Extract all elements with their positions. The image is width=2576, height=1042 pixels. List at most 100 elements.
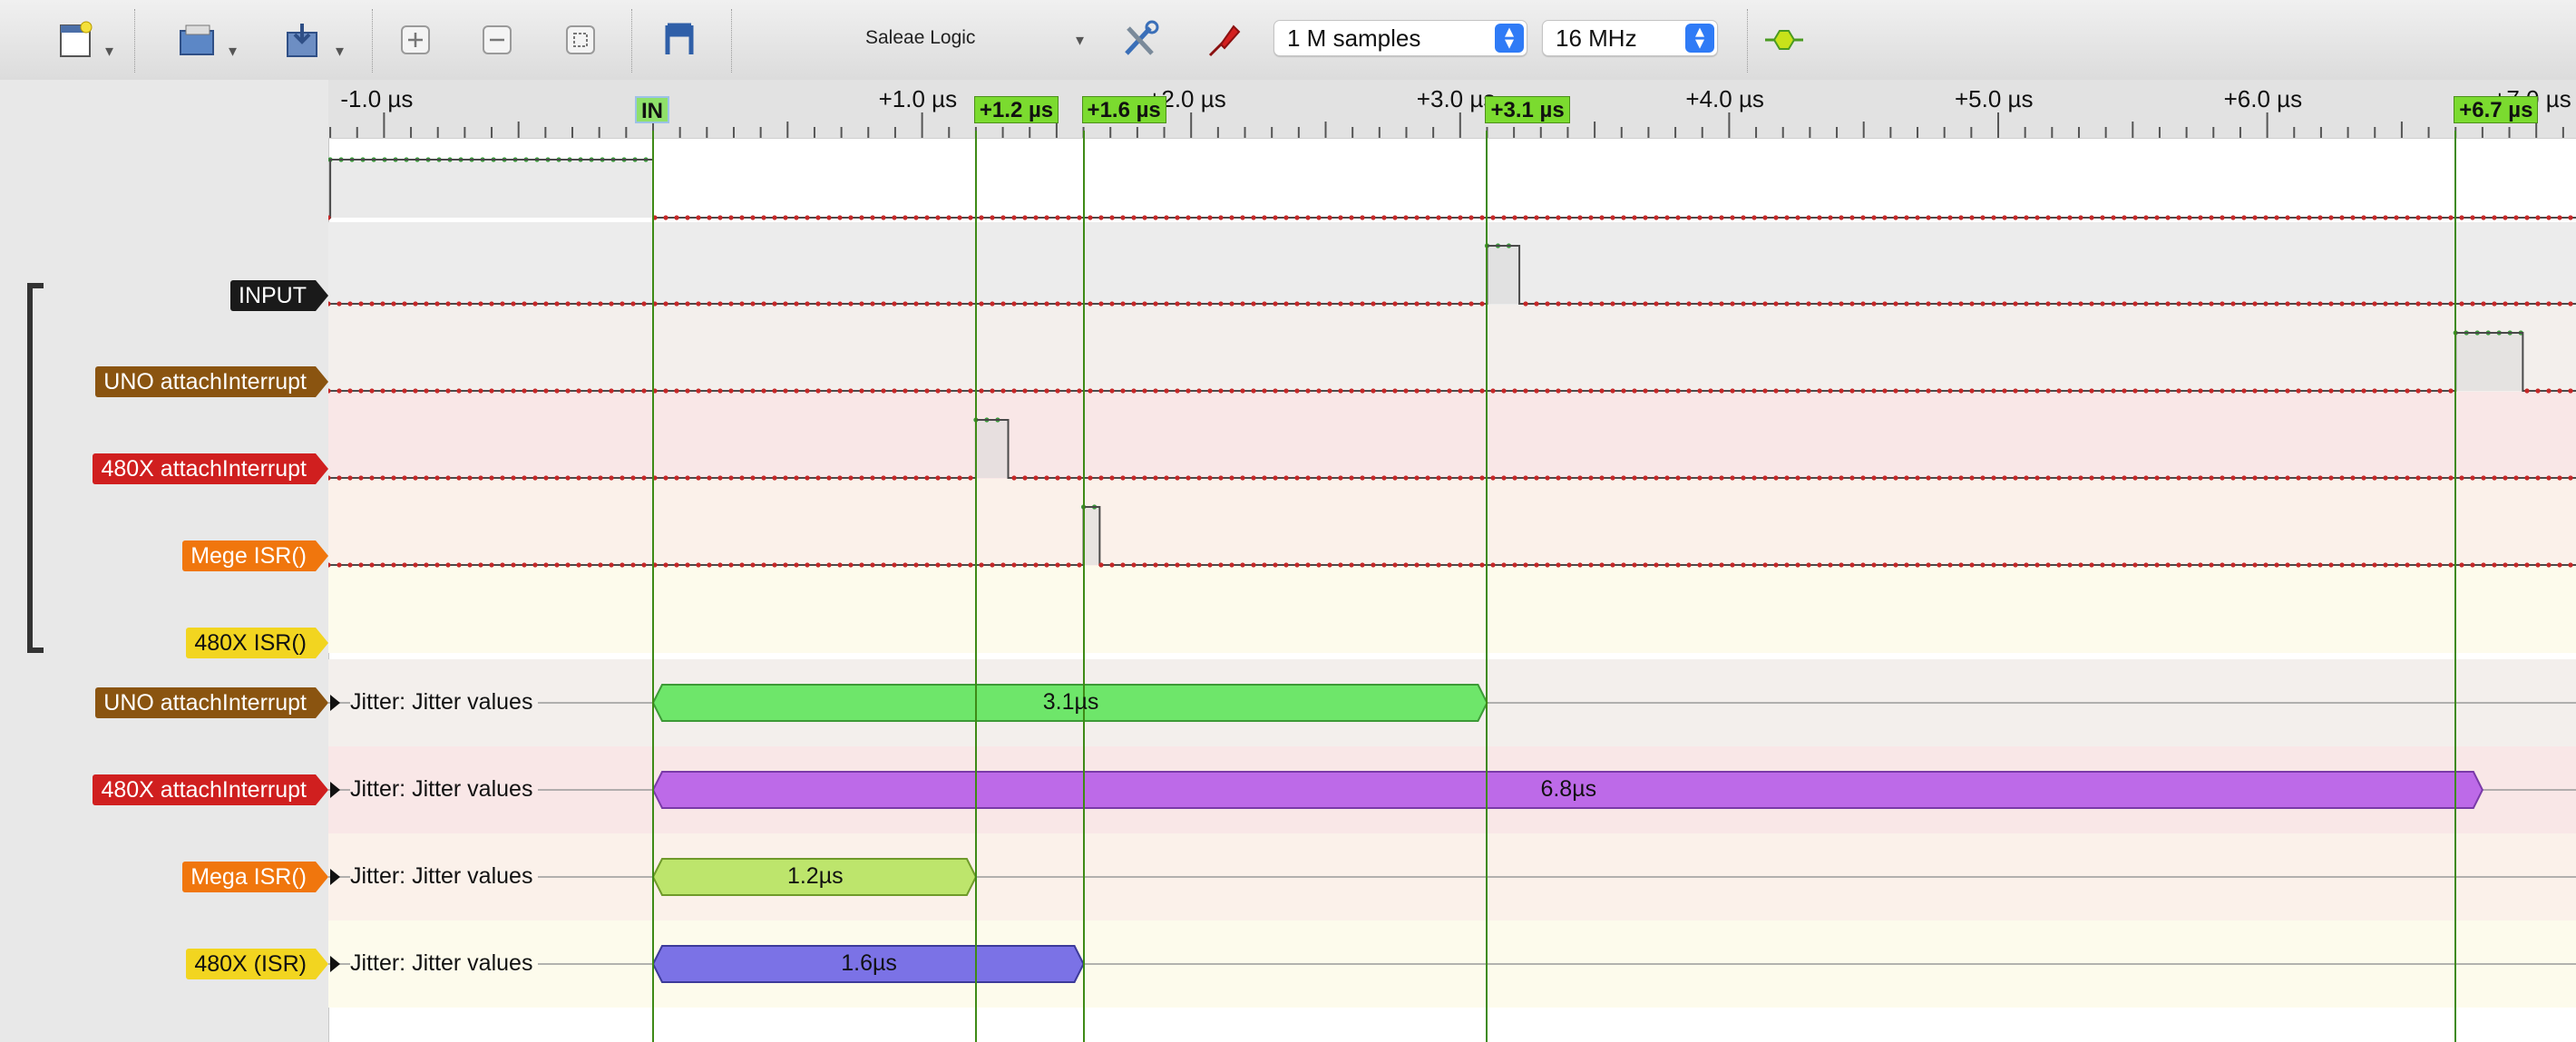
- sample-dot-low: [2045, 475, 2051, 481]
- new-session-dropdown-icon[interactable]: ▾: [105, 42, 113, 61]
- sample-dot-low: [554, 388, 560, 394]
- options-button[interactable]: [1117, 15, 1163, 65]
- sample-dot-low: [1904, 215, 1909, 220]
- timing-marker[interactable]: +1.2 µs: [973, 96, 1059, 123]
- sample-dot-low: [2405, 215, 2410, 220]
- sample-dot-low: [1088, 388, 1093, 394]
- analyzer-label[interactable]: UNO attachInterrupt: [95, 687, 328, 718]
- analyzer-label[interactable]: 480X attachInterrupt: [93, 774, 328, 805]
- sample-dot-low: [587, 475, 592, 481]
- sample-dot-low: [2100, 301, 2105, 307]
- jitter-value: 3.1µs: [1042, 689, 1099, 715]
- sample-dot-low: [1566, 301, 1572, 307]
- sample-dot-low: [2307, 301, 2312, 307]
- channel-waveform: [328, 419, 2576, 479]
- sample-dot-low: [815, 388, 821, 394]
- sample-dot-low: [630, 301, 636, 307]
- sample-dot-low: [1523, 562, 1528, 568]
- analyzer-label[interactable]: 480X (ISR): [186, 949, 328, 979]
- new-session-button[interactable]: [53, 15, 98, 65]
- sample-dot-low: [696, 562, 701, 568]
- waveform-area[interactable]: -1.0 µs +1.0 µs +2.0 µs +3.0 µs +4.0 µs +5.0 …: [328, 80, 2576, 1042]
- sample-dot-low: [728, 388, 734, 394]
- sample-dot-low: [1469, 562, 1474, 568]
- samples-select[interactable]: 1 M samples ▲ ▼: [1273, 20, 1527, 56]
- marker-line[interactable]: [974, 131, 977, 1042]
- zoom-in-button[interactable]: [395, 15, 435, 65]
- sample-dot-low: [402, 301, 407, 307]
- ruler-tick-label: +6.0 µs: [2223, 85, 2303, 112]
- save-dropdown-icon[interactable]: ▾: [336, 42, 344, 61]
- open-button[interactable]: [174, 15, 220, 65]
- marker-line[interactable]: [652, 131, 654, 1042]
- sample-dot-low: [630, 562, 636, 568]
- channel-label[interactable]: 480X ISR(): [186, 628, 328, 658]
- sample-dot-low: [1643, 215, 1648, 220]
- sample-dot-low: [761, 562, 766, 568]
- sample-dot-low: [2176, 562, 2181, 568]
- channel-label[interactable]: 480X attachInterrupt: [93, 453, 328, 484]
- expand-arrow-icon[interactable]: [330, 869, 340, 885]
- sample-dot-low: [1904, 301, 1909, 307]
- zoom-fit-button[interactable]: [561, 15, 600, 65]
- pulse-shade: [2455, 333, 2523, 391]
- sample-dot-low: [1534, 562, 1539, 568]
- sample-dot-low: [2198, 562, 2203, 568]
- sample-dot-low: [2481, 301, 2486, 307]
- sample-dot-low: [1751, 475, 1757, 481]
- analyzer-label[interactable]: Mega ISR(): [182, 862, 328, 892]
- timing-marker[interactable]: +3.1 µs: [1485, 96, 1570, 123]
- expand-arrow-icon[interactable]: [330, 782, 340, 798]
- sample-dot-low: [2503, 215, 2508, 220]
- trigger-button[interactable]: [1201, 15, 1246, 65]
- expand-arrow-icon[interactable]: [330, 695, 340, 711]
- sample-dot-low: [1479, 475, 1485, 481]
- rate-stepper-icon[interactable]: ▲ ▼: [1685, 24, 1714, 53]
- sample-dot-low: [1240, 562, 1245, 568]
- sample-dot-low: [2568, 215, 2573, 220]
- sample-dot-low: [620, 388, 625, 394]
- sample-dot-low: [685, 301, 690, 307]
- expand-arrow-icon[interactable]: [330, 956, 340, 972]
- sample-dot-low: [859, 301, 864, 307]
- sample-dot-low: [717, 475, 723, 481]
- sample-dot-low: [1425, 301, 1430, 307]
- sample-dot-low: [1381, 301, 1387, 307]
- sample-dot-low: [1773, 388, 1779, 394]
- protocol-analyzer-button[interactable]: [1761, 15, 1807, 65]
- channel-label[interactable]: UNO attachInterrupt: [95, 366, 328, 397]
- sample-dot-low: [500, 562, 505, 568]
- app-menu-dropdown-icon[interactable]: ▾: [1076, 31, 1084, 50]
- sample-dot-low: [2220, 475, 2225, 481]
- sample-dot-low: [522, 301, 527, 307]
- timing-marker[interactable]: +1.6 µs: [1081, 96, 1166, 123]
- timing-marker[interactable]: +6.7 µs: [2454, 96, 2539, 123]
- sample-dot-low: [2078, 562, 2083, 568]
- open-dropdown-icon[interactable]: ▾: [229, 42, 237, 61]
- sample-dot-low: [685, 215, 690, 220]
- marker-line[interactable]: [2454, 131, 2457, 1042]
- sample-dot-low: [1327, 215, 1332, 220]
- sample-dot-low: [2339, 562, 2345, 568]
- samples-stepper-icon[interactable]: ▲ ▼: [1495, 24, 1524, 53]
- sample-dot-low: [957, 301, 962, 307]
- sample-dot-low: [1664, 215, 1670, 220]
- save-export-button[interactable]: [279, 15, 325, 65]
- marker-line[interactable]: [1082, 131, 1085, 1042]
- zoom-out-button[interactable]: [477, 15, 517, 65]
- rate-select[interactable]: 16 MHz ▲ ▼: [1542, 20, 1718, 56]
- sample-dot-low: [565, 562, 571, 568]
- channel-label[interactable]: Mege ISR(): [182, 540, 328, 571]
- origin-marker[interactable]: IN: [635, 96, 669, 123]
- markers-button[interactable]: [659, 15, 704, 65]
- marker-line[interactable]: [1486, 131, 1488, 1042]
- ruler-tick-label: +4.0 µs: [1685, 85, 1764, 112]
- sample-dot-low: [1523, 475, 1528, 481]
- channel-label[interactable]: INPUT: [230, 280, 328, 311]
- channel-label-pointer: [316, 540, 328, 571]
- sample-dot-low: [837, 301, 843, 307]
- sample-dot-low: [347, 475, 353, 481]
- sample-dot-low: [935, 475, 941, 481]
- sample-dot-low: [1011, 562, 1017, 568]
- sample-dot-low: [1490, 475, 1496, 481]
